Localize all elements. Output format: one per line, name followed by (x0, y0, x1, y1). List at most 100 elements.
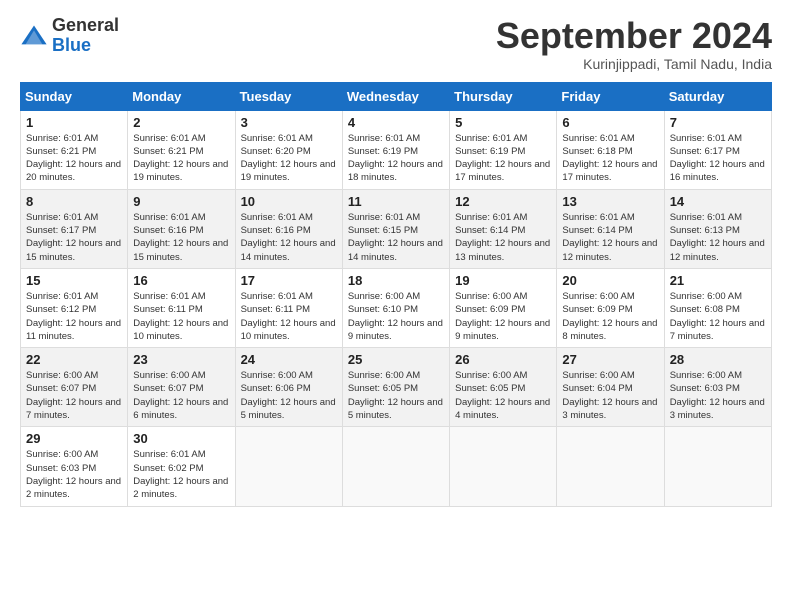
sunrise-label: Sunrise: 6:01 AM (241, 133, 313, 144)
day-number: 27 (562, 352, 658, 367)
daylight-label: Daylight: 12 hours and 19 minutes. (241, 159, 336, 183)
day-info: Sunrise: 6:01 AM Sunset: 6:16 PM Dayligh… (133, 211, 229, 264)
day-number: 2 (133, 115, 229, 130)
day-number: 28 (670, 352, 766, 367)
logo: General Blue (20, 16, 119, 56)
daylight-label: Daylight: 12 hours and 14 minutes. (241, 238, 336, 262)
sunset-label: Sunset: 6:17 PM (670, 146, 740, 157)
daylight-label: Daylight: 12 hours and 3 minutes. (670, 397, 765, 421)
calendar-cell: 2 Sunrise: 6:01 AM Sunset: 6:21 PM Dayli… (128, 110, 235, 189)
day-info: Sunrise: 6:00 AM Sunset: 6:05 PM Dayligh… (455, 369, 551, 422)
daylight-label: Daylight: 12 hours and 2 minutes. (133, 476, 228, 500)
day-info: Sunrise: 6:01 AM Sunset: 6:20 PM Dayligh… (241, 132, 337, 185)
day-number: 23 (133, 352, 229, 367)
location: Kurinjippadi, Tamil Nadu, India (496, 56, 772, 72)
sunset-label: Sunset: 6:14 PM (562, 225, 632, 236)
calendar-cell: 22 Sunrise: 6:00 AM Sunset: 6:07 PM Dayl… (21, 348, 128, 427)
calendar-cell: 26 Sunrise: 6:00 AM Sunset: 6:05 PM Dayl… (450, 348, 557, 427)
day-number: 11 (348, 194, 444, 209)
daylight-label: Daylight: 12 hours and 9 minutes. (348, 318, 443, 342)
calendar-header-row: Sunday Monday Tuesday Wednesday Thursday… (21, 82, 772, 110)
sunrise-label: Sunrise: 6:01 AM (670, 212, 742, 223)
sunrise-label: Sunrise: 6:00 AM (26, 449, 98, 460)
month-title: September 2024 (496, 16, 772, 56)
sunset-label: Sunset: 6:16 PM (241, 225, 311, 236)
sunrise-label: Sunrise: 6:00 AM (562, 370, 634, 381)
sunset-label: Sunset: 6:11 PM (133, 304, 203, 315)
day-number: 29 (26, 431, 122, 446)
daylight-label: Daylight: 12 hours and 7 minutes. (670, 318, 765, 342)
day-number: 15 (26, 273, 122, 288)
calendar-cell: 6 Sunrise: 6:01 AM Sunset: 6:18 PM Dayli… (557, 110, 664, 189)
sunrise-label: Sunrise: 6:00 AM (670, 291, 742, 302)
daylight-label: Daylight: 12 hours and 16 minutes. (670, 159, 765, 183)
day-number: 6 (562, 115, 658, 130)
day-number: 21 (670, 273, 766, 288)
calendar-cell: 5 Sunrise: 6:01 AM Sunset: 6:19 PM Dayli… (450, 110, 557, 189)
title-area: September 2024 Kurinjippadi, Tamil Nadu,… (496, 16, 772, 72)
daylight-label: Daylight: 12 hours and 20 minutes. (26, 159, 121, 183)
sunset-label: Sunset: 6:03 PM (670, 383, 740, 394)
day-info: Sunrise: 6:01 AM Sunset: 6:18 PM Dayligh… (562, 132, 658, 185)
logo-general: General (52, 16, 119, 36)
calendar-cell: 14 Sunrise: 6:01 AM Sunset: 6:13 PM Dayl… (664, 189, 771, 268)
calendar-cell: 4 Sunrise: 6:01 AM Sunset: 6:19 PM Dayli… (342, 110, 449, 189)
sunset-label: Sunset: 6:06 PM (241, 383, 311, 394)
sunset-label: Sunset: 6:18 PM (562, 146, 632, 157)
day-info: Sunrise: 6:00 AM Sunset: 6:10 PM Dayligh… (348, 290, 444, 343)
col-thursday: Thursday (450, 82, 557, 110)
sunset-label: Sunset: 6:07 PM (26, 383, 96, 394)
logo-icon (20, 22, 48, 50)
daylight-label: Daylight: 12 hours and 14 minutes. (348, 238, 443, 262)
daylight-label: Daylight: 12 hours and 15 minutes. (26, 238, 121, 262)
calendar-cell: 15 Sunrise: 6:01 AM Sunset: 6:12 PM Dayl… (21, 268, 128, 347)
day-number: 8 (26, 194, 122, 209)
daylight-label: Daylight: 12 hours and 10 minutes. (133, 318, 228, 342)
day-info: Sunrise: 6:00 AM Sunset: 6:08 PM Dayligh… (670, 290, 766, 343)
sunrise-label: Sunrise: 6:00 AM (133, 370, 205, 381)
day-number: 30 (133, 431, 229, 446)
day-info: Sunrise: 6:00 AM Sunset: 6:09 PM Dayligh… (562, 290, 658, 343)
sunset-label: Sunset: 6:20 PM (241, 146, 311, 157)
day-number: 24 (241, 352, 337, 367)
sunrise-label: Sunrise: 6:00 AM (670, 370, 742, 381)
day-info: Sunrise: 6:01 AM Sunset: 6:11 PM Dayligh… (133, 290, 229, 343)
calendar-week-row: 15 Sunrise: 6:01 AM Sunset: 6:12 PM Dayl… (21, 268, 772, 347)
calendar-cell: 9 Sunrise: 6:01 AM Sunset: 6:16 PM Dayli… (128, 189, 235, 268)
col-saturday: Saturday (664, 82, 771, 110)
day-number: 7 (670, 115, 766, 130)
calendar-cell (235, 427, 342, 506)
calendar-cell: 21 Sunrise: 6:00 AM Sunset: 6:08 PM Dayl… (664, 268, 771, 347)
sunrise-label: Sunrise: 6:01 AM (26, 133, 98, 144)
sunrise-label: Sunrise: 6:01 AM (133, 449, 205, 460)
sunrise-label: Sunrise: 6:01 AM (241, 212, 313, 223)
calendar-cell: 30 Sunrise: 6:01 AM Sunset: 6:02 PM Dayl… (128, 427, 235, 506)
sunset-label: Sunset: 6:21 PM (133, 146, 203, 157)
day-number: 10 (241, 194, 337, 209)
day-number: 22 (26, 352, 122, 367)
day-info: Sunrise: 6:01 AM Sunset: 6:16 PM Dayligh… (241, 211, 337, 264)
sunset-label: Sunset: 6:03 PM (26, 463, 96, 474)
day-info: Sunrise: 6:01 AM Sunset: 6:02 PM Dayligh… (133, 448, 229, 501)
calendar-cell: 28 Sunrise: 6:00 AM Sunset: 6:03 PM Dayl… (664, 348, 771, 427)
daylight-label: Daylight: 12 hours and 5 minutes. (241, 397, 336, 421)
sunrise-label: Sunrise: 6:00 AM (348, 291, 420, 302)
sunrise-label: Sunrise: 6:01 AM (133, 212, 205, 223)
calendar-cell: 8 Sunrise: 6:01 AM Sunset: 6:17 PM Dayli… (21, 189, 128, 268)
daylight-label: Daylight: 12 hours and 17 minutes. (562, 159, 657, 183)
day-number: 5 (455, 115, 551, 130)
sunrise-label: Sunrise: 6:01 AM (562, 212, 634, 223)
sunrise-label: Sunrise: 6:00 AM (241, 370, 313, 381)
day-info: Sunrise: 6:00 AM Sunset: 6:03 PM Dayligh… (670, 369, 766, 422)
calendar-cell: 12 Sunrise: 6:01 AM Sunset: 6:14 PM Dayl… (450, 189, 557, 268)
sunset-label: Sunset: 6:07 PM (133, 383, 203, 394)
calendar-cell (557, 427, 664, 506)
day-info: Sunrise: 6:01 AM Sunset: 6:12 PM Dayligh… (26, 290, 122, 343)
sunrise-label: Sunrise: 6:01 AM (133, 133, 205, 144)
calendar-cell: 20 Sunrise: 6:00 AM Sunset: 6:09 PM Dayl… (557, 268, 664, 347)
calendar-table: Sunday Monday Tuesday Wednesday Thursday… (20, 82, 772, 507)
day-info: Sunrise: 6:01 AM Sunset: 6:17 PM Dayligh… (26, 211, 122, 264)
day-number: 4 (348, 115, 444, 130)
day-info: Sunrise: 6:01 AM Sunset: 6:19 PM Dayligh… (455, 132, 551, 185)
page-header: General Blue September 2024 Kurinjippadi… (20, 16, 772, 72)
